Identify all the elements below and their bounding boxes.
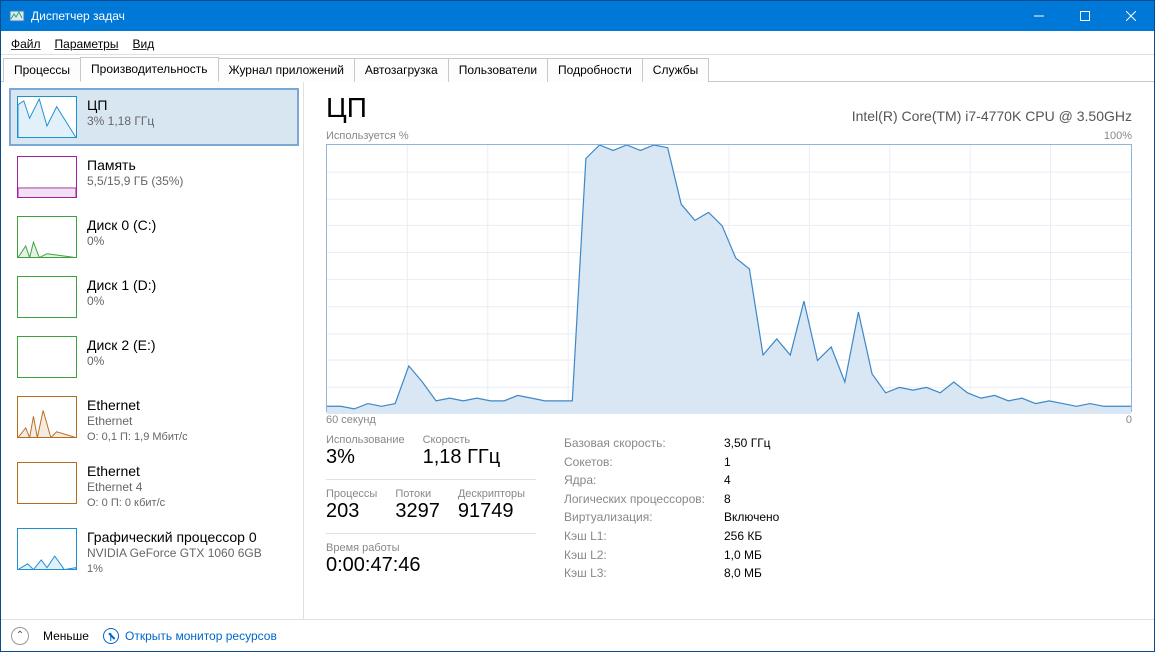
- stats-left: Использование3% Скорость1,18 ГГц Процессы…: [326, 434, 536, 583]
- stat-value: 1,18 ГГц: [423, 446, 501, 469]
- titlebar[interactable]: Диспетчер задач: [1, 1, 1154, 31]
- fewer-details-link[interactable]: Меньше: [43, 629, 89, 643]
- info-row: Кэш L2:1,0 МБ: [564, 546, 1132, 565]
- chart-x-right-label: 0: [1126, 414, 1132, 426]
- minimize-button[interactable]: [1016, 1, 1062, 31]
- sidebar-item-title: Диск 2 (E:): [87, 336, 156, 354]
- stat-value: 203: [326, 500, 377, 523]
- info-row: Виртуализация:Включено: [564, 508, 1132, 527]
- sidebar-item-title: Память: [87, 156, 183, 174]
- device-name: Intel(R) Core(TM) i7-4770K CPU @ 3.50GHz: [852, 108, 1132, 124]
- stat-label: Дескрипторы: [458, 488, 525, 500]
- info-row: Логических процессоров:8: [564, 490, 1132, 509]
- menu-options[interactable]: Параметры: [49, 35, 125, 53]
- uptime-value: 0:00:47:46: [326, 554, 536, 577]
- sidebar-item-memory[interactable]: Память5,5/15,9 ГБ (35%): [9, 148, 299, 206]
- sidebar-item-sub: Ethernet 4: [87, 480, 165, 496]
- sidebar-item-sub: 5,5/15,9 ГБ (35%): [87, 174, 183, 190]
- tabbar: Процессы Производительность Журнал прило…: [1, 55, 1154, 81]
- info-row: Ядра:4: [564, 471, 1132, 490]
- sidebar-item-eth0[interactable]: EthernetEthernetО: 0,1 П: 1,9 Мбит/с: [9, 388, 299, 452]
- chart-x-left-label: 60 секунд: [326, 414, 376, 426]
- stat-label: Потоки: [395, 488, 440, 500]
- sidebar-item-sub: 0%: [87, 354, 156, 370]
- uptime-label: Время работы: [326, 542, 536, 554]
- stats-right: Базовая скорость:3,50 ГГцСокетов:1Ядра:4…: [564, 434, 1132, 583]
- stat-label: Использование: [326, 434, 405, 446]
- close-button[interactable]: [1108, 1, 1154, 31]
- sidebar-item-title: ЦП: [87, 96, 154, 114]
- stat-value: 3297: [395, 500, 440, 523]
- sidebar-item-title: Диск 0 (C:): [87, 216, 156, 234]
- sidebar-item-sub: 3% 1,18 ГГц: [87, 114, 154, 130]
- tab-app-history[interactable]: Журнал приложений: [218, 58, 355, 82]
- sidebar-thumb-disk2: [17, 336, 77, 378]
- page-title: ЦП: [326, 92, 367, 124]
- sidebar-item-sub2: О: 0,1 П: 1,9 Мбит/с: [87, 430, 188, 444]
- sidebar-thumb-eth1: [17, 462, 77, 504]
- app-window: Диспетчер задач Файл Параметры Вид Проце…: [0, 0, 1155, 652]
- maximize-button[interactable]: [1062, 1, 1108, 31]
- tab-content: ЦП3% 1,18 ГГцПамять5,5/15,9 ГБ (35%)Диск…: [1, 81, 1154, 619]
- open-resource-monitor-link[interactable]: Открыть монитор ресурсов: [103, 628, 277, 644]
- cpu-usage-chart: [326, 144, 1132, 412]
- sidebar-thumb-disk1: [17, 276, 77, 318]
- tab-details[interactable]: Подробности: [547, 58, 643, 82]
- sidebar-item-disk0[interactable]: Диск 0 (C:)0%: [9, 208, 299, 266]
- app-icon: [9, 8, 25, 24]
- sidebar-thumb-cpu: [17, 96, 77, 138]
- sidebar-item-gpu[interactable]: Графический процессор 0NVIDIA GeForce GT…: [9, 520, 299, 584]
- sidebar-item-title: Графический процессор 0: [87, 528, 262, 546]
- sidebar-thumb-disk0: [17, 216, 77, 258]
- sidebar-item-disk1[interactable]: Диск 1 (D:)0%: [9, 268, 299, 326]
- sidebar-item-title: Ethernet: [87, 462, 165, 480]
- sidebar-thumb-gpu: [17, 528, 77, 570]
- main-panel: ЦП Intel(R) Core(TM) i7-4770K CPU @ 3.50…: [304, 82, 1154, 619]
- tab-startup[interactable]: Автозагрузка: [354, 58, 449, 82]
- stat-value: 3%: [326, 446, 405, 469]
- sidebar-item-sub2: 1%: [87, 562, 262, 576]
- sidebar-item-sub: 0%: [87, 234, 156, 250]
- menubar: Файл Параметры Вид: [1, 31, 1154, 55]
- info-row: Сокетов:1: [564, 453, 1132, 472]
- chart-y-max-label: Используется %: [326, 130, 409, 142]
- sidebar[interactable]: ЦП3% 1,18 ГГцПамять5,5/15,9 ГБ (35%)Диск…: [1, 82, 304, 619]
- sidebar-item-title: Ethernet: [87, 396, 188, 414]
- sidebar-item-title: Диск 1 (D:): [87, 276, 156, 294]
- sidebar-thumb-eth0: [17, 396, 77, 438]
- sidebar-item-cpu[interactable]: ЦП3% 1,18 ГГц: [9, 88, 299, 146]
- tab-performance[interactable]: Производительность: [80, 57, 218, 82]
- tab-processes[interactable]: Процессы: [3, 58, 81, 82]
- resource-monitor-icon: [103, 628, 119, 644]
- sidebar-item-eth1[interactable]: EthernetEthernet 4О: 0 П: 0 кбит/с: [9, 454, 299, 518]
- sidebar-item-sub2: О: 0 П: 0 кбит/с: [87, 496, 165, 510]
- sidebar-item-disk2[interactable]: Диск 2 (E:)0%: [9, 328, 299, 386]
- stat-label: Скорость: [423, 434, 501, 446]
- menu-view[interactable]: Вид: [126, 35, 160, 53]
- footer: ⌃ Меньше Открыть монитор ресурсов: [1, 619, 1154, 651]
- info-row: Базовая скорость:3,50 ГГц: [564, 434, 1132, 453]
- sidebar-item-sub: Ethernet: [87, 414, 188, 430]
- info-row: Кэш L1:256 КБ: [564, 527, 1132, 546]
- chart-y-max-value: 100%: [1104, 130, 1132, 142]
- tab-users[interactable]: Пользователи: [448, 58, 548, 82]
- stat-value: 91749: [458, 500, 525, 523]
- fewer-details-icon[interactable]: ⌃: [11, 627, 29, 645]
- sidebar-thumb-memory: [17, 156, 77, 198]
- stat-label: Процессы: [326, 488, 377, 500]
- sidebar-item-sub: 0%: [87, 294, 156, 310]
- sidebar-item-sub: NVIDIA GeForce GTX 1060 6GB: [87, 546, 262, 562]
- info-row: Кэш L3:8,0 МБ: [564, 564, 1132, 583]
- window-title: Диспетчер задач: [31, 9, 125, 23]
- menu-file[interactable]: Файл: [5, 35, 47, 53]
- tab-services[interactable]: Службы: [642, 58, 709, 82]
